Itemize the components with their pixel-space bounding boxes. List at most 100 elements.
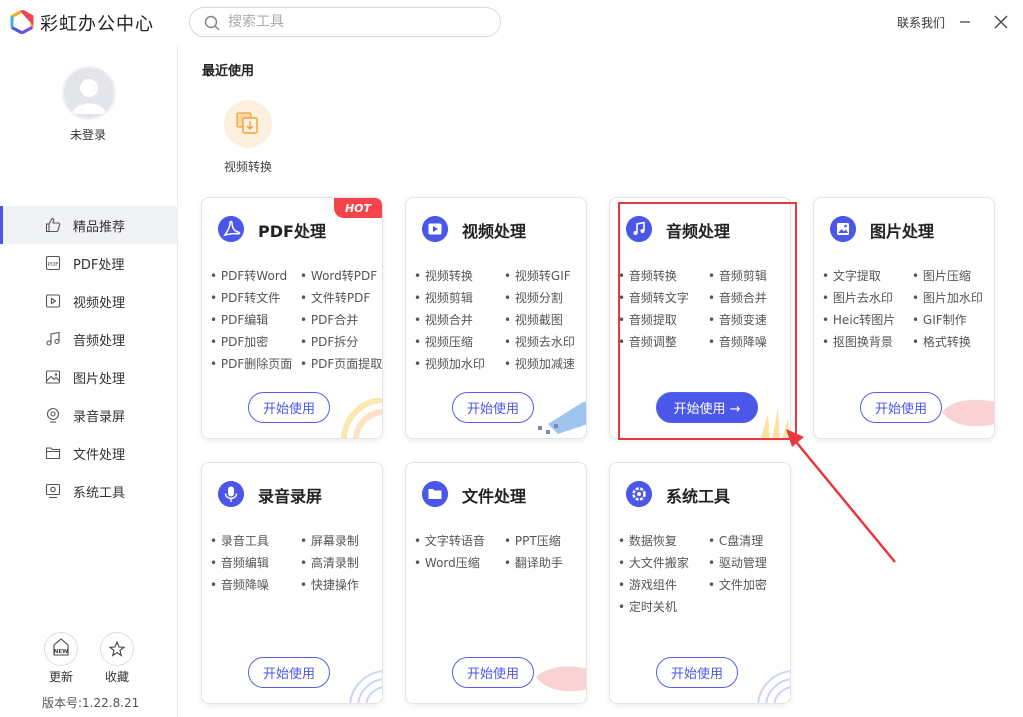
card-feature-list: • 音频转换 • 音频剪辑 • 音频转文字 • 音频合并 • 音频提取 • 音频… (618, 268, 790, 350)
search-box[interactable] (189, 7, 501, 37)
card-decoration (942, 399, 994, 427)
feature-item[interactable]: • 翻译助手 (504, 555, 586, 571)
feature-item[interactable]: • 音频提取 (618, 312, 708, 328)
minimize-icon[interactable] (955, 12, 975, 32)
sidebar-item-video[interactable]: 视频处理 (0, 282, 177, 320)
sidebar-item-label: 文件处理 (73, 447, 126, 463)
feature-item[interactable]: • C盘清理 (708, 533, 790, 549)
feature-item[interactable]: • 音频转文字 (618, 290, 708, 306)
feature-item[interactable]: • 定时关机 (618, 599, 708, 615)
feature-item[interactable]: • 音频调整 (618, 334, 708, 350)
feature-item[interactable]: • 图片压缩 (912, 268, 994, 284)
card-title: 文件处理 (462, 487, 527, 506)
feature-item[interactable]: • 音频合并 (708, 290, 790, 306)
feature-item[interactable]: • 视频截图 (504, 312, 586, 328)
feature-item[interactable]: • PDF转Word (210, 268, 300, 284)
music-note-icon (626, 216, 652, 242)
feature-item[interactable]: • 数据恢复 (618, 533, 708, 549)
sidebar-item-system[interactable]: 系统工具 (0, 472, 177, 510)
tool-card-record: 录音录屏 • 录音工具 • 屏幕录制 • 音频编辑 • 高清录制 • 音频降噪 … (201, 462, 383, 704)
start-button-video[interactable]: 开始使用 (452, 392, 534, 423)
tool-card-image: 图片处理 • 文字提取 • 图片压缩 • 图片去水印 • 图片加水印 • Hei… (813, 197, 995, 439)
image-icon (45, 370, 61, 384)
feature-item[interactable]: • 视频转换 (414, 268, 504, 284)
feature-item[interactable]: • Word转PDF (300, 268, 382, 284)
feature-item[interactable]: • 抠图换背景 (822, 334, 912, 350)
feature-item[interactable]: • 音频剪辑 (708, 268, 790, 284)
feature-item[interactable]: • 视频分割 (504, 290, 586, 306)
sidebar-item-audio[interactable]: 音频处理 (0, 320, 177, 358)
tool-card-video: 视频处理 • 视频转换 • 视频转GIF • 视频剪辑 • 视频分割 • 视频合… (405, 197, 587, 439)
system-icon (45, 483, 61, 499)
feature-item[interactable]: • 音频变速 (708, 312, 790, 328)
feature-item[interactable]: • Heic转图片 (822, 312, 912, 328)
card-feature-list: • 数据恢复 • C盘清理 • 大文件搬家 • 驱动管理 • 游戏组件 • 文件… (618, 533, 790, 615)
feature-item[interactable]: • 高清录制 (300, 555, 382, 571)
feature-item[interactable]: • 格式转换 (912, 334, 994, 350)
feature-item[interactable]: • Word压缩 (414, 555, 504, 571)
feature-item[interactable]: • PDF拆分 (300, 334, 382, 350)
start-button-record[interactable]: 开始使用 (248, 657, 330, 688)
start-button-image[interactable]: 开始使用 (860, 392, 942, 423)
sidebar-item-recommended[interactable]: 精品推荐 (0, 206, 177, 244)
start-button-file[interactable]: 开始使用 (452, 657, 534, 688)
login-status[interactable]: 未登录 (0, 126, 176, 143)
close-icon[interactable] (991, 12, 1011, 32)
video-play-icon (422, 216, 448, 242)
feature-item[interactable]: • 视频转GIF (504, 268, 586, 284)
feature-item[interactable]: • 驱动管理 (708, 555, 790, 571)
feature-item[interactable]: • 视频剪辑 (414, 290, 504, 306)
feature-item[interactable]: • PPT压缩 (504, 533, 586, 549)
image-icon (830, 216, 856, 242)
feature-item[interactable]: • 视频去水印 (504, 334, 586, 350)
sidebar-item-label: 视频处理 (73, 295, 126, 311)
feature-item[interactable]: • 屏幕录制 (300, 533, 382, 549)
svg-text:NEW: NEW (54, 649, 68, 655)
feature-item[interactable]: • 文件转PDF (300, 290, 382, 306)
feature-item[interactable]: • PDF删除页面 (210, 356, 300, 372)
recent-item-video-convert[interactable] (224, 100, 272, 148)
feature-item[interactable]: • 视频加减速 (504, 356, 586, 372)
contact-us-link[interactable]: 联系我们 (897, 14, 945, 31)
feature-item[interactable]: • 视频压缩 (414, 334, 504, 350)
folder-icon (45, 447, 61, 460)
search-icon (204, 15, 220, 31)
search-input[interactable] (228, 12, 488, 32)
avatar[interactable] (62, 66, 116, 120)
feature-item[interactable]: • 音频转换 (618, 268, 708, 284)
feature-item[interactable]: • 文字提取 (822, 268, 912, 284)
feature-item[interactable]: • PDF编辑 (210, 312, 300, 328)
feature-item[interactable]: • 图片加水印 (912, 290, 994, 306)
feature-item[interactable]: • 音频编辑 (210, 555, 300, 571)
feature-item[interactable]: • GIF制作 (912, 312, 994, 328)
title-bar: 彩虹办公中心 联系我们 (0, 0, 1023, 46)
feature-item[interactable]: • PDF页面提取 (300, 356, 382, 372)
start-button-system[interactable]: 开始使用 (656, 657, 738, 688)
favorite-button[interactable] (100, 632, 134, 666)
music-note-icon (46, 331, 60, 346)
sidebar-item-label: 音频处理 (73, 333, 126, 349)
card-title: 音频处理 (666, 222, 731, 241)
feature-item[interactable]: • PDF转文件 (210, 290, 300, 306)
feature-item[interactable]: • 图片去水印 (822, 290, 912, 306)
feature-item[interactable]: • 音频降噪 (708, 334, 790, 350)
start-button-audio[interactable]: 开始使用 → (656, 392, 758, 423)
feature-item[interactable]: • 游戏组件 (618, 577, 708, 593)
tool-card-audio: 音频处理 • 音频转换 • 音频剪辑 • 音频转文字 • 音频合并 • 音频提取… (609, 197, 791, 439)
sidebar-item-pdf[interactable]: PDF PDF处理 (0, 244, 177, 282)
feature-item[interactable]: • 录音工具 (210, 533, 300, 549)
update-button[interactable]: NEW (44, 632, 78, 666)
sidebar-item-record[interactable]: 录音录屏 (0, 396, 177, 434)
feature-item[interactable]: • PDF合并 (300, 312, 382, 328)
sidebar-item-file[interactable]: 文件处理 (0, 434, 177, 472)
feature-item[interactable]: • 快捷操作 (300, 577, 382, 593)
feature-item[interactable]: • 视频合并 (414, 312, 504, 328)
feature-item[interactable]: • 文字转语音 (414, 533, 504, 549)
feature-item[interactable]: • 大文件搬家 (618, 555, 708, 571)
sidebar-item-image[interactable]: 图片处理 (0, 358, 177, 396)
feature-item[interactable]: • 视频加水印 (414, 356, 504, 372)
feature-item[interactable]: • 音频降噪 (210, 577, 300, 593)
feature-item[interactable]: • 文件加密 (708, 577, 790, 593)
start-button-pdf[interactable]: 开始使用 (248, 392, 330, 423)
feature-item[interactable]: • PDF加密 (210, 334, 300, 350)
